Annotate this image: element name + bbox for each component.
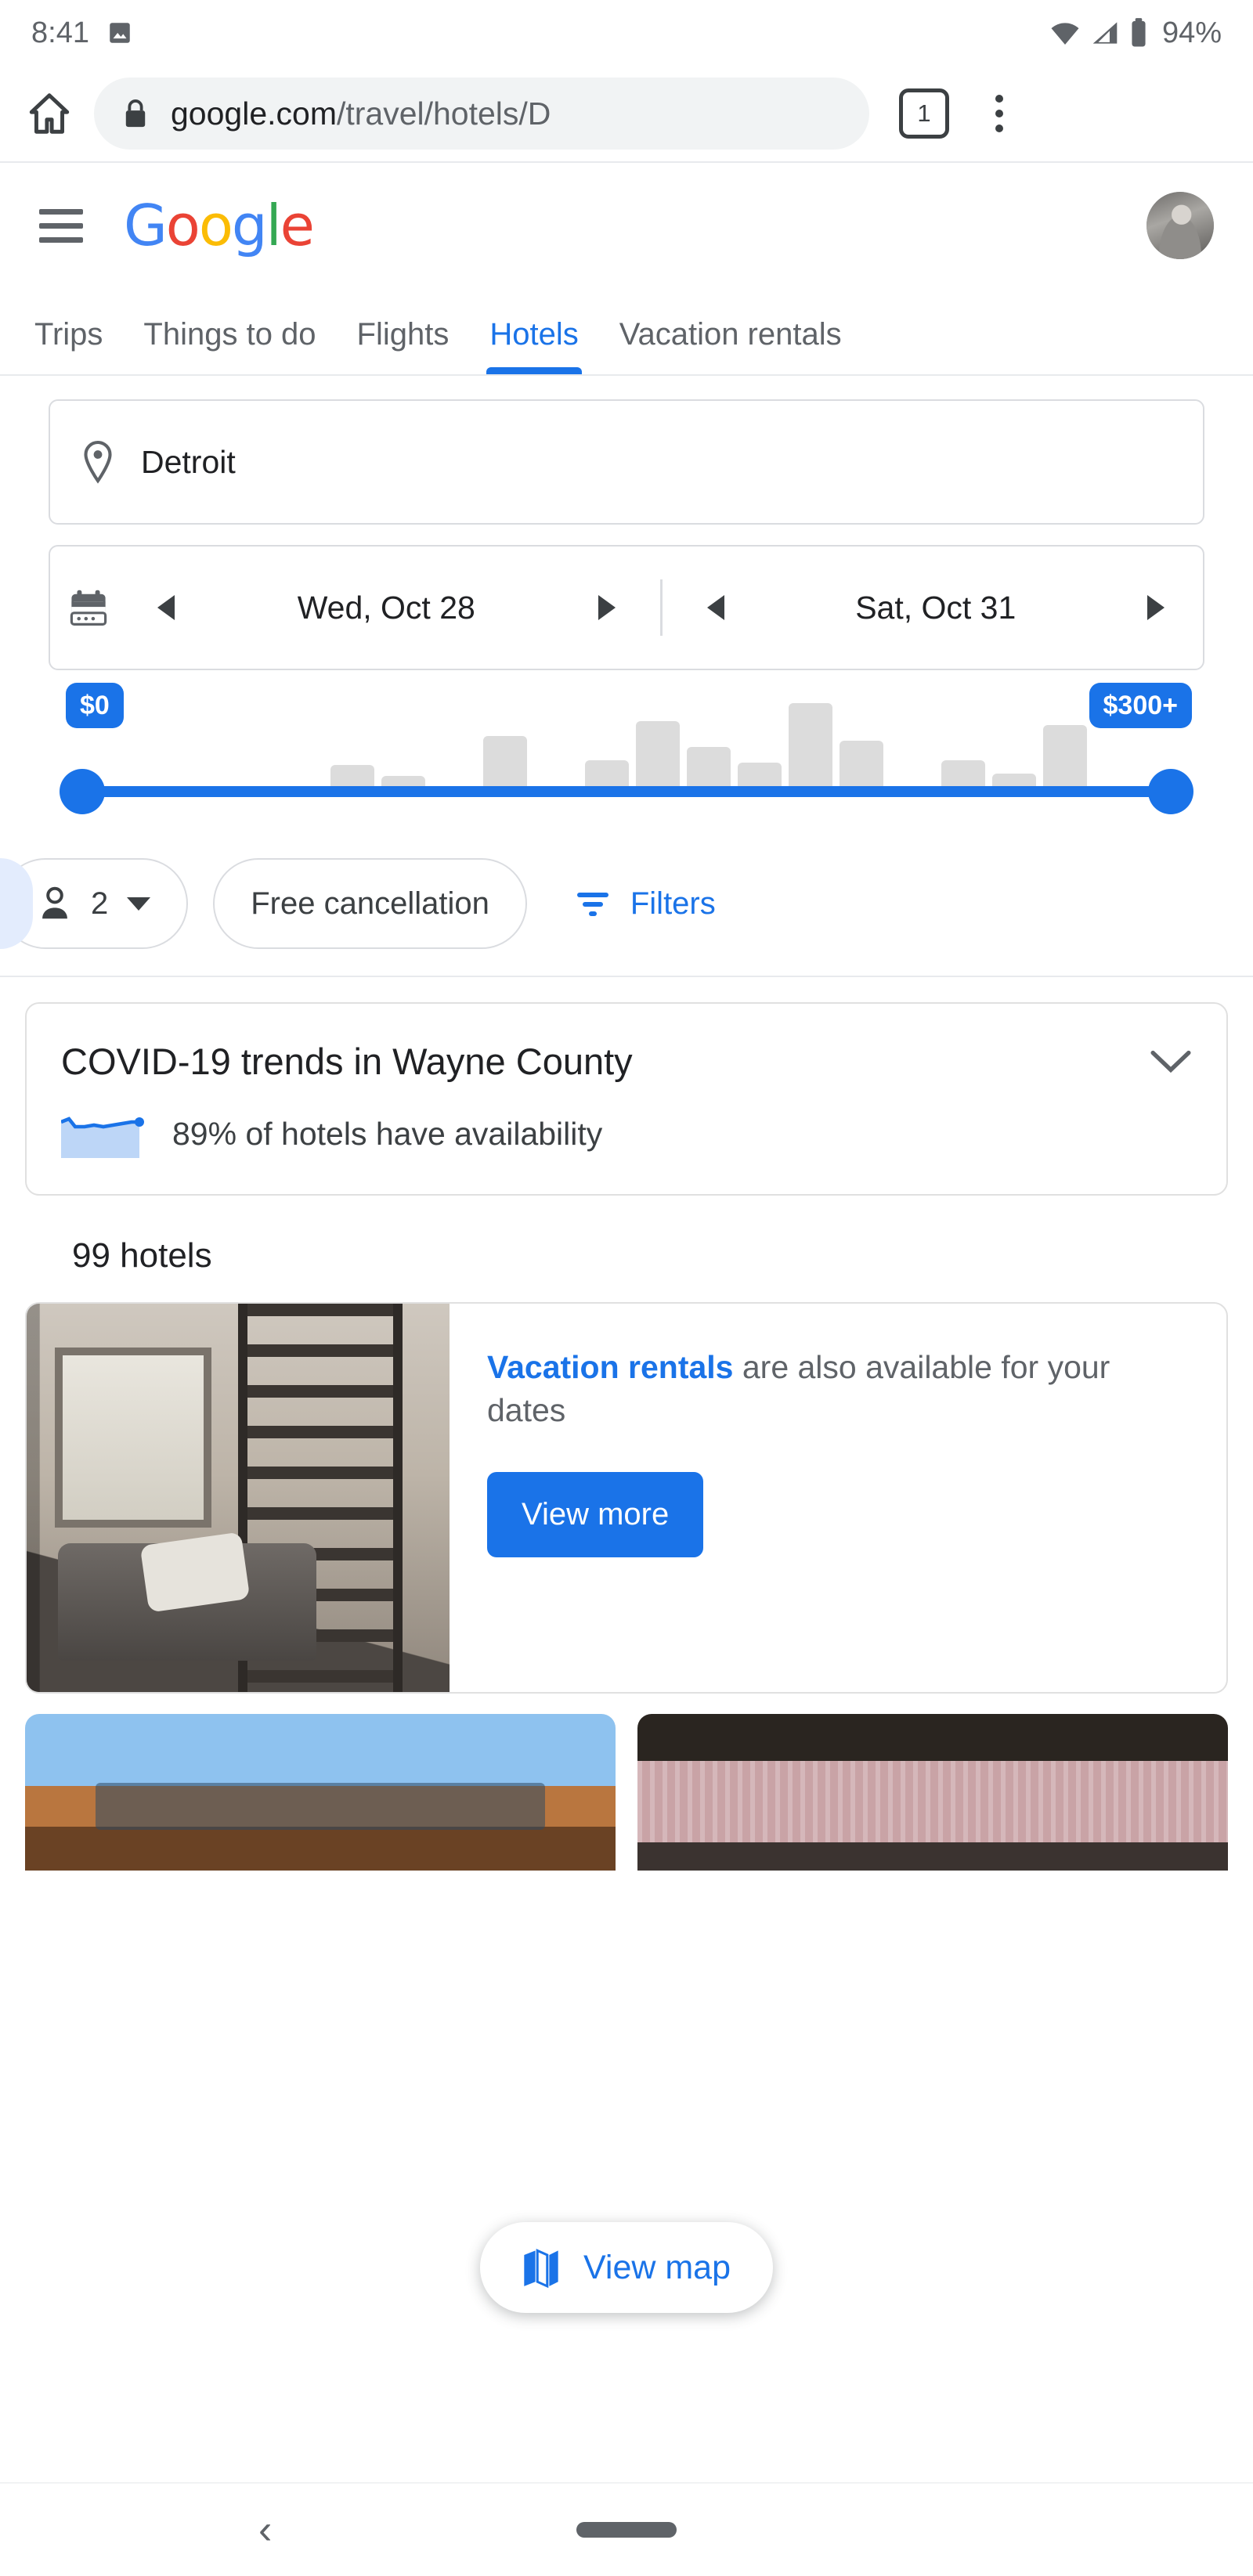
histogram-bar bbox=[941, 760, 985, 789]
slider-track[interactable] bbox=[78, 786, 1175, 797]
check-in-prev-icon[interactable] bbox=[138, 579, 196, 637]
logo-letter: e bbox=[280, 193, 315, 258]
vacation-rentals-text: Vacation rentals are also available for … bbox=[487, 1346, 1189, 1433]
histogram-bar bbox=[687, 747, 731, 789]
view-more-button[interactable]: View more bbox=[487, 1471, 704, 1557]
location-pin-icon bbox=[80, 440, 116, 484]
vacation-rentals-promo-card[interactable]: Vacation rentals are also available for … bbox=[25, 1302, 1228, 1694]
loft-interior-photo bbox=[27, 1304, 450, 1692]
view-map-label: View map bbox=[583, 2248, 731, 2286]
home-icon[interactable] bbox=[22, 86, 77, 141]
search-panel: Detroit Wed, Oct 28 Sat, Oct 31 $0 $300+… bbox=[0, 376, 1253, 977]
histogram-bar bbox=[738, 763, 782, 789]
price-range-slider[interactable]: $0 $300+ bbox=[49, 683, 1204, 832]
histogram-bar bbox=[636, 720, 680, 789]
battery-icon bbox=[1129, 18, 1148, 48]
slider-knob-min[interactable] bbox=[60, 769, 105, 814]
browser-toolbar: google.com/travel/hotels/D 1 bbox=[0, 66, 1253, 163]
google-header: Google bbox=[0, 163, 1253, 288]
chevron-down-icon[interactable] bbox=[1150, 1041, 1192, 1083]
free-cancellation-chip[interactable]: Free cancellation bbox=[213, 858, 527, 949]
battery-percent-label: 94% bbox=[1161, 16, 1222, 49]
covid-card-title: COVID-19 trends in Wayne County bbox=[61, 1041, 633, 1082]
filter-tune-icon bbox=[574, 888, 612, 919]
check-out-date: Sat, Oct 31 bbox=[855, 589, 1016, 626]
histogram-bar bbox=[483, 736, 527, 789]
hotel-card-1[interactable] bbox=[25, 1714, 616, 1871]
date-range-input[interactable]: Wed, Oct 28 Sat, Oct 31 bbox=[49, 545, 1204, 670]
check-out-prev-icon[interactable] bbox=[688, 579, 746, 637]
address-bar[interactable]: google.com/travel/hotels/D bbox=[94, 78, 869, 150]
calendar-icon bbox=[69, 588, 108, 627]
check-out-next-icon[interactable] bbox=[1126, 579, 1184, 637]
filter-chip-row: 2 Free cancellation Filters bbox=[0, 832, 1253, 976]
logo-letter: G bbox=[124, 193, 168, 258]
url-text: google.com/travel/hotels/D bbox=[171, 96, 551, 132]
hotel-results-strip bbox=[25, 1714, 1228, 1871]
phone-screen: 8:41 94% google.com/travel/hotels/D 1 Go… bbox=[0, 0, 1253, 2576]
url-domain: google.com bbox=[171, 95, 337, 132]
avatar[interactable] bbox=[1146, 192, 1214, 259]
availability-text: 89% of hotels have availability bbox=[172, 1115, 603, 1152]
tab-switcher-button[interactable]: 1 bbox=[899, 88, 949, 139]
check-in-segment[interactable]: Wed, Oct 28 bbox=[138, 579, 635, 637]
map-icon bbox=[522, 2247, 560, 2289]
google-logo: Google bbox=[124, 193, 315, 258]
date-divider bbox=[659, 579, 663, 636]
logo-letter: l bbox=[265, 193, 282, 258]
tab-flights[interactable]: Flights bbox=[337, 317, 470, 374]
logo-letter: o bbox=[165, 193, 200, 258]
availability-sparkline bbox=[60, 1109, 149, 1158]
view-map-button[interactable]: View map bbox=[479, 2222, 774, 2313]
filters-button[interactable]: Filters bbox=[574, 886, 716, 922]
status-bar-clock: 8:41 bbox=[31, 16, 89, 49]
person-icon bbox=[38, 886, 72, 922]
travel-nav-tabs: Trips Things to do Flights Hotels Vacati… bbox=[0, 288, 1253, 376]
check-in-date: Wed, Oct 28 bbox=[297, 589, 475, 626]
logo-letter: g bbox=[231, 193, 268, 258]
lock-icon bbox=[121, 97, 150, 130]
url-path: /travel/hotels/D bbox=[336, 95, 551, 132]
tab-things-to-do[interactable]: Things to do bbox=[123, 317, 336, 374]
price-histogram bbox=[49, 703, 1204, 789]
destination-value: Detroit bbox=[141, 443, 236, 480]
system-nav-bar: ‹ bbox=[0, 2482, 1253, 2576]
guests-count: 2 bbox=[91, 886, 109, 921]
tab-vacation-rentals[interactable]: Vacation rentals bbox=[599, 317, 862, 374]
chevron-down-icon bbox=[127, 897, 151, 911]
home-gesture-pill[interactable] bbox=[576, 2522, 677, 2538]
image-icon bbox=[107, 20, 133, 46]
cellular-signal-icon bbox=[1090, 20, 1120, 46]
check-out-segment[interactable]: Sat, Oct 31 bbox=[688, 579, 1185, 637]
kebab-menu-icon[interactable] bbox=[976, 95, 1023, 132]
check-in-next-icon[interactable] bbox=[577, 579, 635, 637]
histogram-bar bbox=[1043, 725, 1087, 789]
histogram-bar bbox=[585, 760, 629, 789]
covid-trends-card[interactable]: COVID-19 trends in Wayne County 89% of h… bbox=[25, 1002, 1228, 1196]
tab-hotels[interactable]: Hotels bbox=[469, 317, 598, 374]
wifi-icon bbox=[1049, 20, 1081, 46]
hamburger-icon[interactable] bbox=[39, 208, 83, 243]
results-count: 99 hotels bbox=[72, 1236, 212, 1275]
histogram-bar bbox=[840, 740, 883, 789]
vacation-rentals-link[interactable]: Vacation rentals bbox=[487, 1349, 733, 1385]
slider-knob-max[interactable] bbox=[1148, 769, 1193, 814]
status-bar: 8:41 94% bbox=[0, 0, 1253, 66]
back-chevron-icon[interactable]: ‹ bbox=[258, 2506, 272, 2553]
filters-label: Filters bbox=[630, 886, 716, 921]
tab-trips[interactable]: Trips bbox=[14, 317, 123, 374]
histogram-bar bbox=[789, 703, 832, 789]
hotel-card-2[interactable] bbox=[637, 1714, 1228, 1871]
destination-input[interactable]: Detroit bbox=[49, 399, 1204, 525]
logo-letter: o bbox=[198, 193, 233, 258]
